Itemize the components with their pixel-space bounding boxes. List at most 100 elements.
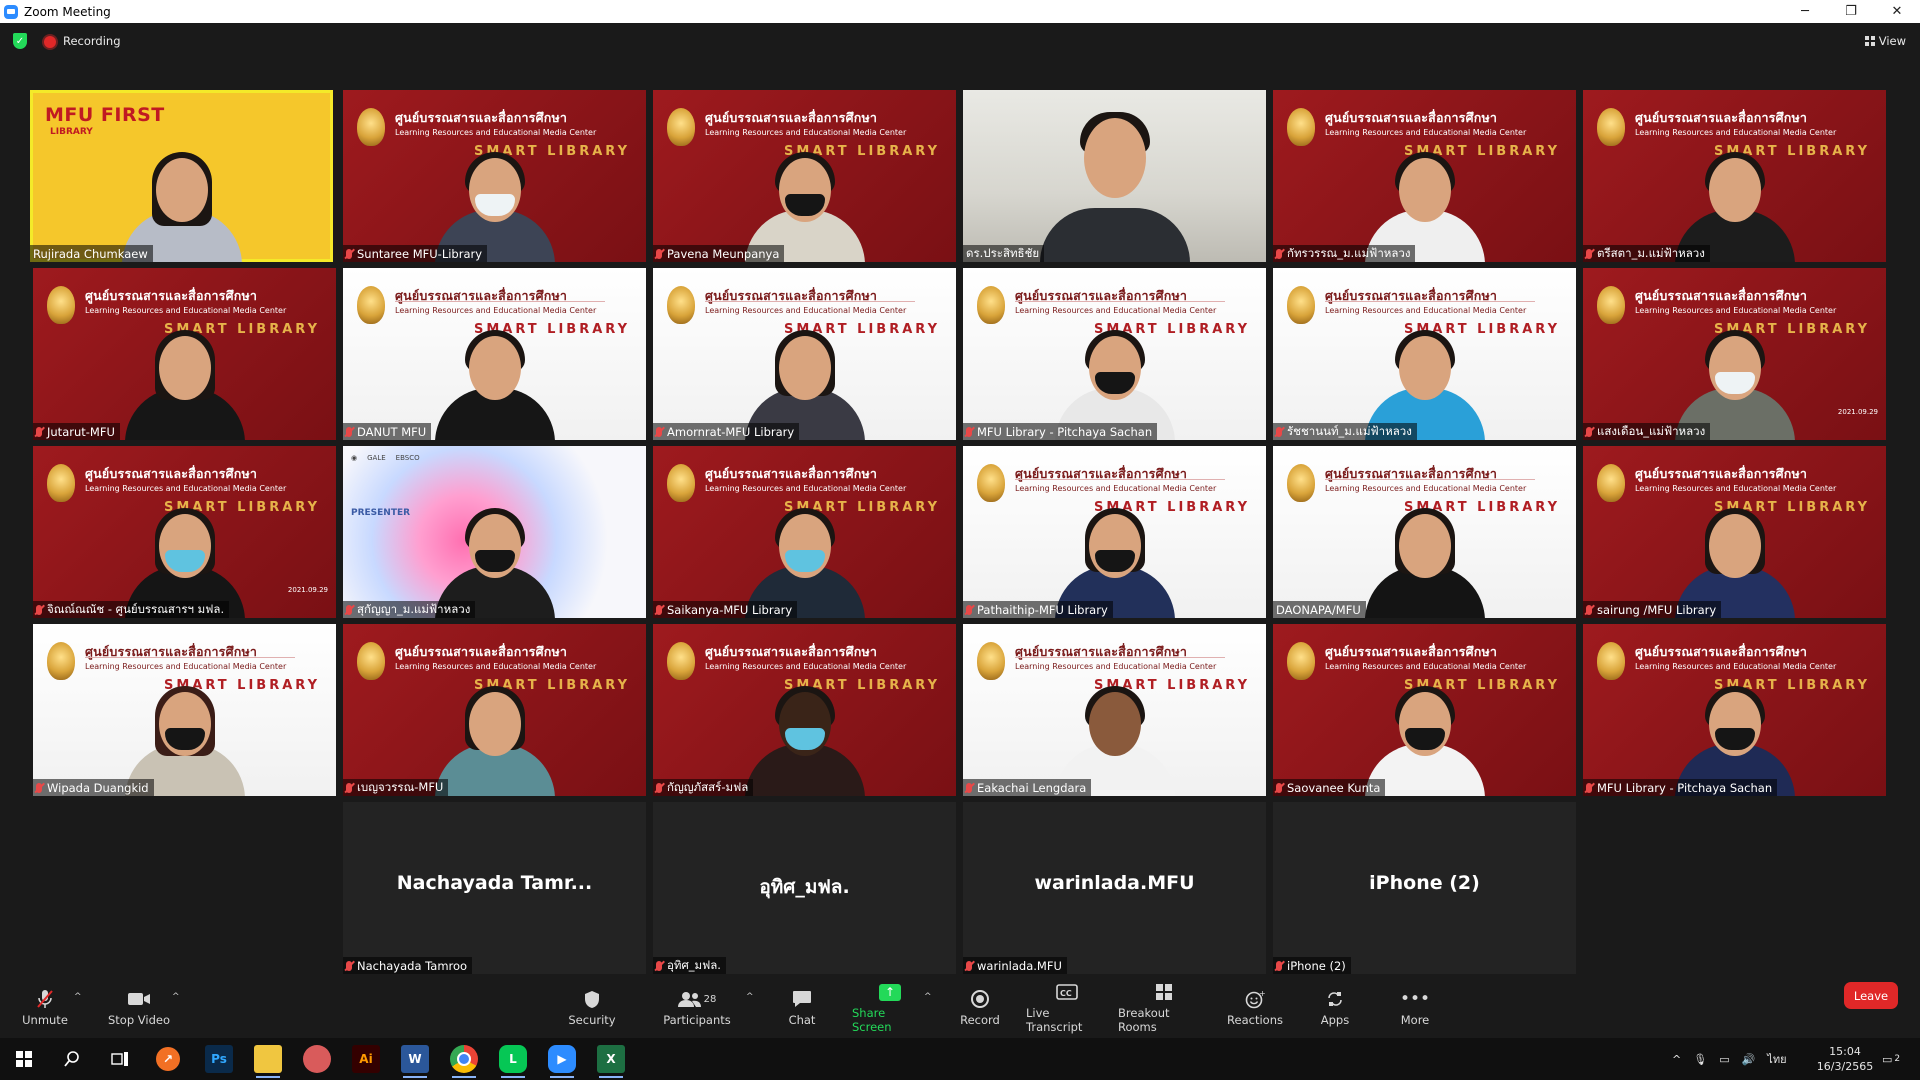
university-seal-icon (1597, 642, 1625, 680)
video-tile[interactable]: ศูนย์บรรณสารและสื่อการศึกษา Learning Reso… (1583, 90, 1886, 262)
video-off-tile[interactable]: อุทิศ_มฟล. อุทิศ_มฟล. (653, 802, 956, 974)
svg-text:CC: CC (1060, 989, 1072, 998)
network-icon[interactable]: ▭ (1719, 1053, 1729, 1066)
video-tile[interactable]: ศูนย์บรรณสารและสื่อการศึกษา Learning Reso… (653, 268, 956, 440)
university-seal-icon (977, 464, 1005, 502)
record-button[interactable]: Record (958, 978, 1002, 1038)
video-tile[interactable]: ศูนย์บรรณสารและสื่อการศึกษา Learning Reso… (33, 268, 336, 440)
security-button[interactable]: Security (560, 978, 624, 1038)
share-options-caret[interactable]: ^ (924, 992, 932, 1002)
video-off-tile[interactable]: iPhone (2) iPhone (2) (1273, 802, 1576, 974)
participant-name-label: Wipada Duangkid (33, 779, 154, 796)
video-tile[interactable]: ◉ GALE EBSCO PRESENTER สุกัญญา_ม.แม่ฟ้าหลว… (343, 446, 646, 618)
participant-name-label: กัทรวรรณ_ม.แม่ฟ้าหลวง (1273, 245, 1416, 262)
muted-mic-icon (1586, 248, 1592, 259)
view-label: View (1878, 34, 1906, 48)
video-tile[interactable]: ศูนย์บรรณสารและสื่อการศึกษา Learning Reso… (963, 624, 1266, 796)
search-icon[interactable] (58, 1045, 86, 1073)
word-icon[interactable]: W (401, 1045, 429, 1078)
video-tile[interactable]: ศูนย์บรรณสารและสื่อการศึกษา Learning Reso… (653, 446, 956, 618)
participant-name-label: Rujirada Chumkaew (30, 245, 153, 262)
view-button[interactable]: View (1864, 34, 1906, 48)
breakout-rooms-button[interactable]: Breakout Rooms (1118, 978, 1210, 1038)
video-tile[interactable]: ศูนย์บรรณสารและสื่อการศึกษา Learning Reso… (343, 268, 646, 440)
restore-button[interactable]: ❐ (1828, 0, 1874, 23)
participants-options-caret[interactable]: ^ (746, 992, 754, 1002)
university-seal-icon (667, 286, 695, 324)
notifications-button[interactable]: ▭ 2 (1882, 1038, 1900, 1080)
video-tile[interactable]: ศูนย์บรรณสารและสื่อการศึกษา Learning Reso… (33, 446, 336, 618)
participant-name-label: กัญญภัสสร์-มฟล (653, 779, 754, 796)
muted-mic-icon (1586, 604, 1592, 615)
windows-taskbar: ↗ Ps Ai W L ▶ X ^ 🎙 ▭ 🔊 ไทย 15:04 16/3/2… (0, 1038, 1920, 1080)
audio-options-caret[interactable]: ^ (74, 992, 82, 1002)
muted-mic-icon (36, 782, 42, 793)
muted-mic-icon (656, 426, 662, 437)
line-icon[interactable]: L (499, 1045, 527, 1078)
video-options-caret[interactable]: ^ (172, 992, 180, 1002)
stop-video-button[interactable]: Stop Video (104, 978, 174, 1038)
video-tile[interactable]: ศูนย์บรรณสารและสื่อการศึกษา Learning Reso… (1273, 446, 1576, 618)
video-tile[interactable]: ศูนย์บรรณสารและสื่อการศึกษา Learning Reso… (963, 268, 1266, 440)
participant-display-name: อุทิศ_มฟล. (759, 876, 850, 898)
volume-icon[interactable]: 🔊 (1742, 1053, 1756, 1066)
recording-label[interactable]: Recording (63, 34, 121, 48)
video-tile[interactable]: ศูนย์บรรณสารและสื่อการศึกษา Learning Reso… (1273, 268, 1576, 440)
microphone-tray-icon[interactable]: 🎙 (1693, 1053, 1707, 1066)
file-explorer-icon[interactable] (254, 1045, 282, 1078)
participant-name-label: Pathaithip-MFU Library (963, 601, 1113, 618)
excel-icon[interactable]: X (597, 1045, 625, 1078)
reactions-button[interactable]: + Reactions (1227, 978, 1283, 1038)
task-view-icon[interactable] (106, 1045, 134, 1073)
video-tile[interactable]: ศูนย์บรรณสารและสื่อการศึกษา Learning Reso… (1583, 268, 1886, 440)
video-tile[interactable]: ศูนย์บรรณสารและสื่อการศึกษา Learning Reso… (1273, 624, 1576, 796)
presenter-label: PRESENTER (351, 508, 411, 518)
video-tile[interactable]: MFU FIRST LIBRARY Rujirada Chumkaew (30, 90, 333, 262)
recording-icon[interactable] (44, 36, 56, 48)
video-tile[interactable]: ศูนย์บรรณสารและสื่อการศึกษา Learning Reso… (1583, 446, 1886, 618)
video-tile[interactable]: ศูนย์บรรณสารและสื่อการศึกษา Learning Reso… (33, 624, 336, 796)
video-tile[interactable]: ศูนย์บรรณสารและสื่อการศึกษา Learning Reso… (1273, 90, 1576, 262)
video-tile[interactable]: ศูนย์บรรณสารและสื่อการศึกษา Learning Reso… (963, 446, 1266, 618)
zoom-icon[interactable]: ▶ (548, 1045, 576, 1078)
close-button[interactable]: ✕ (1874, 0, 1920, 23)
reactions-smiley-icon: + (1245, 989, 1265, 1009)
video-tile[interactable]: ศูนย์บรรณสารและสื่อการศึกษา Learning Reso… (653, 624, 956, 796)
participants-button[interactable]: 28 Participants (660, 978, 734, 1038)
participant-name-label: Eakachai Lengdara (963, 779, 1092, 796)
live-transcript-button[interactable]: CC Live Transcript (1026, 978, 1108, 1038)
video-tile[interactable]: ศูนย์บรรณสารและสื่อการศึกษา Learning Reso… (343, 90, 646, 262)
video-off-tile[interactable]: warinlada.MFU warinlada.MFU (963, 802, 1266, 974)
muted-microphone-icon (36, 989, 54, 1009)
share-screen-button[interactable]: ↑ Share Screen (852, 978, 928, 1038)
participant-name-label: จิณณ์ณณัช - ศูนย์บรรณสารฯ มฟล. (33, 601, 230, 618)
video-tile[interactable]: ศูนย์บรรณสารและสื่อการศึกษา Learning Reso… (653, 90, 956, 262)
security-shield-icon[interactable]: ✓ (13, 33, 27, 49)
minimize-button[interactable]: ─ (1782, 0, 1828, 23)
chrome-icon[interactable] (450, 1045, 478, 1078)
muted-mic-icon (656, 960, 662, 971)
participant-name-label: warinlada.MFU (963, 957, 1067, 974)
university-seal-icon (47, 464, 75, 502)
university-seal-icon (1597, 464, 1625, 502)
show-hidden-icons-icon[interactable]: ^ (1672, 1053, 1681, 1066)
teams-icon[interactable] (303, 1045, 331, 1073)
video-tile[interactable]: ศูนย์บรรณสารและสื่อการศึกษา Learning Reso… (1583, 624, 1886, 796)
muted-mic-icon (1276, 426, 1282, 437)
postman-icon[interactable]: ↗ (156, 1047, 180, 1071)
video-off-tile[interactable]: Nachayada Tamr... Nachayada Tamroo (343, 802, 646, 974)
windows-start-icon[interactable] (10, 1045, 38, 1073)
unmute-button[interactable]: Unmute (18, 978, 72, 1038)
illustrator-icon[interactable]: Ai (352, 1045, 380, 1073)
university-seal-icon (977, 642, 1005, 680)
video-tile[interactable]: ศูนย์บรรณสารและสื่อการศึกษา Learning Reso… (343, 624, 646, 796)
photoshop-icon[interactable]: Ps (205, 1045, 233, 1073)
apps-button[interactable]: Apps (1316, 978, 1354, 1038)
chat-button[interactable]: Chat (782, 978, 822, 1038)
clock[interactable]: 15:04 16/3/2565 (1810, 1038, 1880, 1080)
more-button[interactable]: ••• More (1396, 978, 1434, 1038)
video-tile[interactable]: ดร.ประสิทธิชัย (963, 90, 1266, 262)
input-language[interactable]: ไทย (1767, 1050, 1786, 1068)
clock-time: 15:04 (1829, 1045, 1861, 1058)
leave-button[interactable]: Leave (1844, 982, 1898, 1009)
